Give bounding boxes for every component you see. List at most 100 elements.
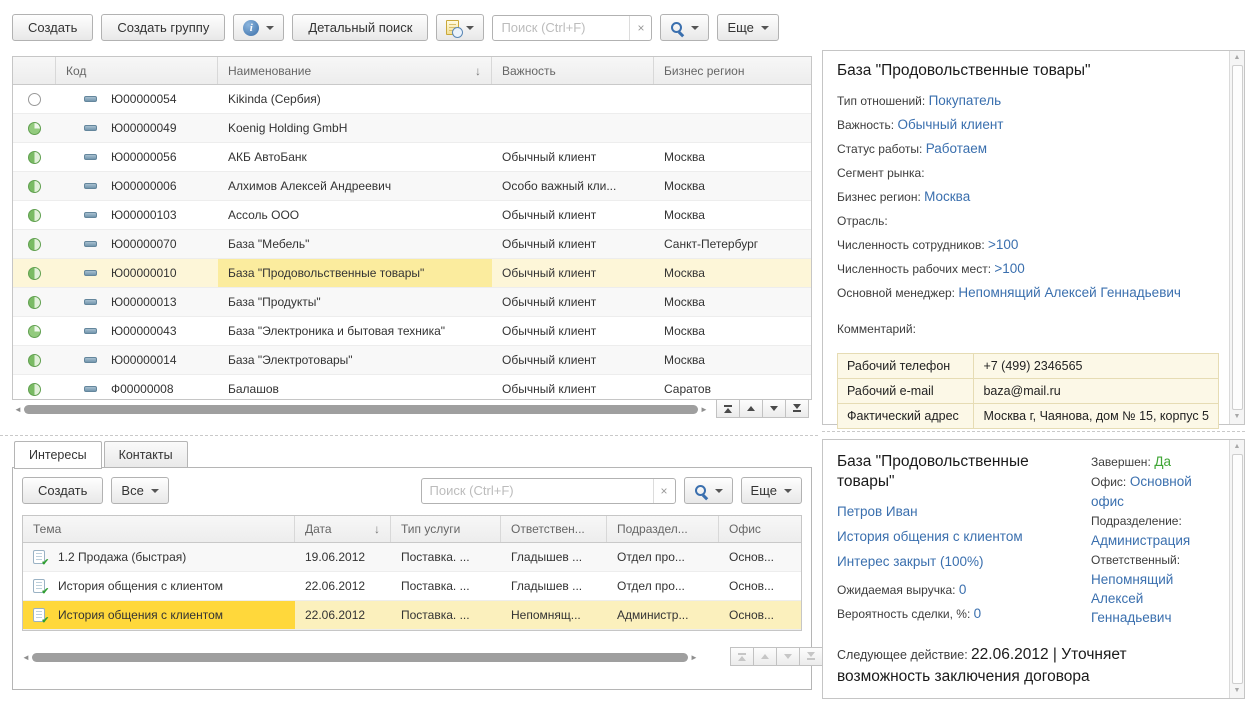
table-row[interactable]: Ю00000070 База "Мебель" Обычный клиент С…: [13, 230, 811, 259]
table-row[interactable]: Ю00000049 Koenig Holding GmbH: [13, 114, 811, 143]
client-state-icon: [28, 296, 41, 309]
column-header-theme[interactable]: Тема: [23, 516, 295, 542]
relation-type-link[interactable]: Покупатель: [929, 93, 1002, 108]
scrollbar-thumb[interactable]: [1232, 454, 1243, 684]
column-header-region[interactable]: Бизнес регион: [654, 57, 811, 84]
nav-next-button[interactable]: [762, 399, 786, 418]
table-row[interactable]: Ю00000006 Алхимов Алексей Андреевич Особ…: [13, 172, 811, 201]
interests-search-input[interactable]: [422, 483, 653, 498]
table-row[interactable]: Ю00000054 Kikinda (Сербия): [13, 85, 811, 114]
active-cell: База "Продовольственные товары": [218, 259, 492, 287]
clear-search-icon[interactable]: ×: [629, 16, 651, 40]
search-icon: [694, 484, 708, 498]
row-navigation: [717, 399, 809, 418]
interest-row-selected[interactable]: История общения с клиентом 22.06.2012 По…: [23, 601, 801, 630]
clear-search-icon[interactable]: ×: [653, 479, 675, 503]
department-link[interactable]: Администрация: [1091, 533, 1190, 548]
importance-link[interactable]: Обычный клиент: [897, 117, 1003, 132]
scroll-left-icon[interactable]: ◄: [12, 401, 24, 418]
nav-next-button[interactable]: [776, 647, 800, 666]
nav-last-button[interactable]: [799, 647, 823, 666]
search-options-button[interactable]: [684, 477, 733, 504]
table-row[interactable]: Ю00000013 База "Продукты" Обычный клиент…: [13, 288, 811, 317]
interest-history-link[interactable]: История общения с клиентом: [837, 528, 1075, 546]
scroll-up-icon[interactable]: ▲: [1234, 443, 1241, 451]
scroll-up-icon[interactable]: ▲: [1234, 54, 1241, 62]
triangle-down-icon: [807, 652, 815, 657]
workplaces-count-link[interactable]: >100: [994, 261, 1024, 276]
client-state-icon: [28, 151, 41, 164]
deal-probability-link[interactable]: 0: [974, 606, 982, 621]
nav-first-button[interactable]: [716, 399, 740, 418]
detailed-search-button[interactable]: Детальный поиск: [292, 14, 428, 41]
scroll-down-icon[interactable]: ▼: [1234, 687, 1241, 695]
work-status-link[interactable]: Работаем: [926, 141, 987, 156]
contact-info-table: Рабочий телефон +7 (499) 2346565 Рабочий…: [837, 353, 1219, 429]
column-header-department[interactable]: Подраздел...: [607, 516, 719, 542]
contact-row[interactable]: Рабочий e-mail baza@mail.ru: [838, 379, 1219, 404]
contact-person-link[interactable]: Петров Иван: [837, 503, 1075, 521]
scrollbar-thumb[interactable]: [32, 653, 688, 662]
search-options-button[interactable]: [660, 14, 709, 41]
interest-status-link[interactable]: Интерес закрыт (100%): [837, 553, 1075, 571]
business-region-link[interactable]: Москва: [924, 189, 970, 204]
clients-toolbar: Создать Создать группу i Детальный поиск…: [12, 14, 812, 41]
interest-row[interactable]: 1.2 Продажа (быстрая) 19.06.2012 Поставк…: [23, 543, 801, 572]
triangle-down-icon: [793, 404, 801, 409]
table-row[interactable]: Ю00000103 Ассоль ООО Обычный клиент Моск…: [13, 201, 811, 230]
column-header-state[interactable]: [13, 57, 56, 84]
table-row[interactable]: Ю00000043 База "Электроника и бытовая те…: [13, 317, 811, 346]
tab-contacts[interactable]: Контакты: [104, 441, 188, 468]
vertical-scrollbar: ▲ ▼: [1229, 51, 1244, 424]
dash-icon: [84, 125, 97, 131]
main-manager-link[interactable]: Непомнящий Алексей Геннадьевич: [958, 285, 1181, 300]
create-group-button[interactable]: Создать группу: [101, 14, 225, 41]
nav-prev-button[interactable]: [753, 647, 777, 666]
nav-prev-button[interactable]: [739, 399, 763, 418]
column-header-code[interactable]: Код: [56, 57, 218, 84]
dash-icon: [84, 96, 97, 102]
column-header-date[interactable]: Дата ↓: [295, 516, 391, 542]
clients-table-body: Ю00000054 Kikinda (Сербия) Ю00000049 Koe…: [13, 85, 811, 399]
filter-all-button[interactable]: Все: [111, 477, 168, 504]
dash-icon: [84, 183, 97, 189]
table-row[interactable]: Ю00000014 База "Электротовары" Обычный к…: [13, 346, 811, 375]
column-header-importance[interactable]: Важность: [492, 57, 654, 84]
scrollbar-thumb[interactable]: [1232, 65, 1243, 410]
create-button[interactable]: Создать: [12, 14, 93, 41]
scroll-right-icon[interactable]: ►: [688, 649, 700, 666]
more-button[interactable]: Еще: [717, 14, 778, 41]
responsible-link[interactable]: Непомнящий Алексей Геннадьевич: [1091, 572, 1173, 625]
scroll-right-icon[interactable]: ►: [698, 401, 710, 418]
contact-row[interactable]: Рабочий телефон +7 (499) 2346565: [838, 354, 1219, 379]
expected-revenue-link[interactable]: 0: [959, 582, 967, 597]
splitter[interactable]: [0, 435, 818, 436]
column-header-name[interactable]: Наименование ↓: [218, 57, 492, 84]
table-row[interactable]: Ф00000008 Балашов Обычный клиент Саратов: [13, 375, 811, 399]
chevron-down-icon: [715, 489, 723, 493]
clients-table: Код Наименование ↓ Важность Бизнес регио…: [12, 56, 812, 400]
info-dropdown-button[interactable]: i: [233, 14, 284, 41]
column-header-responsible[interactable]: Ответствен...: [501, 516, 607, 542]
nav-first-button[interactable]: [730, 647, 754, 666]
scroll-left-icon[interactable]: ◄: [20, 649, 32, 666]
report-dropdown-button[interactable]: [436, 14, 484, 41]
chevron-down-icon: [761, 26, 769, 30]
interest-row[interactable]: История общения с клиентом 22.06.2012 По…: [23, 572, 801, 601]
employees-count-link[interactable]: >100: [988, 237, 1018, 252]
column-header-office[interactable]: Офис: [719, 516, 801, 542]
create-interest-button[interactable]: Создать: [22, 477, 103, 504]
table-row[interactable]: Ю00000056 АКБ АвтоБанк Обычный клиент Мо…: [13, 143, 811, 172]
scroll-down-icon[interactable]: ▼: [1234, 413, 1241, 421]
table-row-selected[interactable]: Ю00000010 База "Продовольственные товары…: [13, 259, 811, 288]
tab-interests[interactable]: Интересы: [14, 441, 102, 469]
search-input[interactable]: [493, 20, 629, 35]
nav-last-button[interactable]: [785, 399, 809, 418]
column-header-service[interactable]: Тип услуги: [391, 516, 501, 542]
scrollbar-thumb[interactable]: [24, 405, 698, 414]
dash-icon: [84, 154, 97, 160]
contact-row[interactable]: Фактический адрес Москва г, Чаянова, дом…: [838, 404, 1219, 429]
dash-icon: [84, 386, 97, 392]
splitter[interactable]: [822, 431, 1245, 432]
more-button[interactable]: Еще: [741, 477, 802, 504]
